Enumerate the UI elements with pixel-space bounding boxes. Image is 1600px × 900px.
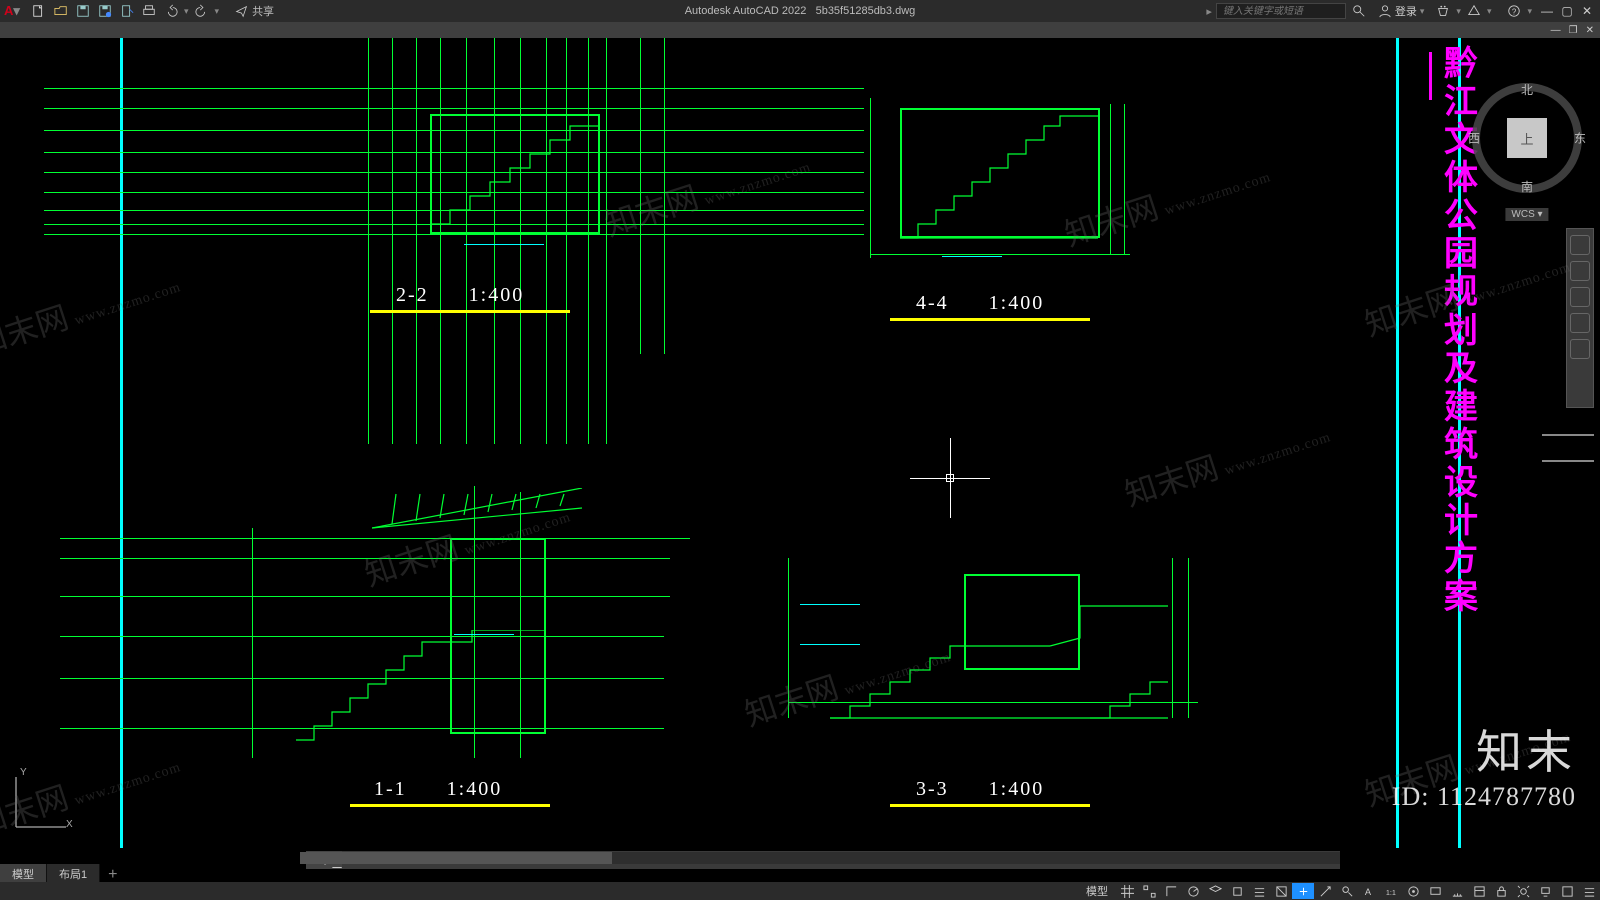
section-label-1-1: 1-11:400 xyxy=(374,778,502,801)
viewcube[interactable]: 上 北 南 东 西 WCS ▾ xyxy=(1472,83,1582,193)
appstore-dropdown-icon[interactable]: ▾ xyxy=(1456,6,1461,17)
drawing-canvas[interactable]: 2-21:400 4-41:400 xyxy=(0,38,1600,848)
qnew-icon[interactable] xyxy=(30,3,48,19)
section-underline xyxy=(370,310,570,313)
frame-line xyxy=(1396,38,1399,848)
section-label-3-3: 3-31:400 xyxy=(916,778,1044,801)
help-search-input[interactable] xyxy=(1216,3,1346,19)
section-underline xyxy=(890,804,1090,807)
customize-statusbar-icon[interactable] xyxy=(1578,883,1600,899)
svg-text:?: ? xyxy=(1512,8,1517,17)
annotation-visibility-icon[interactable] xyxy=(1336,883,1358,899)
annotation-scale-icon[interactable] xyxy=(1314,883,1336,899)
doc-window-controls: — ❐ ✕ xyxy=(0,22,1600,38)
a360-dropdown-icon[interactable]: ▾ xyxy=(1487,6,1492,17)
layout-tabs: 模型 布局1 + xyxy=(0,864,125,882)
saveas-icon[interactable] xyxy=(96,3,114,19)
lineweight-toggle-icon[interactable] xyxy=(1248,883,1270,899)
tab-layout1[interactable]: 布局1 xyxy=(47,864,100,882)
undo-icon[interactable] xyxy=(162,3,180,19)
transparency-toggle-icon[interactable] xyxy=(1270,883,1292,899)
svg-text:1:1: 1:1 xyxy=(1385,887,1395,896)
search-icon[interactable] xyxy=(1350,3,1368,19)
snap-toggle-icon[interactable] xyxy=(1138,883,1160,899)
doc-close-button[interactable]: ✕ xyxy=(1586,25,1594,36)
svg-text:A: A xyxy=(1364,887,1371,897)
cleanscreen-icon[interactable] xyxy=(1556,883,1578,899)
a360-icon[interactable] xyxy=(1465,3,1483,19)
search-indicator-icon: ▸ xyxy=(1206,5,1212,18)
share-label: 共享 xyxy=(252,3,274,19)
section-underline xyxy=(350,804,550,807)
plot-icon[interactable] xyxy=(140,3,158,19)
nav-pan-icon[interactable] xyxy=(1570,261,1590,281)
ortho-toggle-icon[interactable] xyxy=(1160,883,1182,899)
annoscale-label-icon[interactable]: 1:1 xyxy=(1380,883,1402,899)
quick-access-toolbar: ▾ ▾ xyxy=(24,3,225,19)
document-window: — ❐ ✕ xyxy=(0,22,1600,882)
watermark: 知末网www.znzmo.com xyxy=(0,256,185,366)
workspace-switch-icon[interactable] xyxy=(1402,883,1424,899)
nav-showmotion-icon[interactable] xyxy=(1570,339,1590,359)
source-brand: 知末 ID: 1124787780 xyxy=(1392,716,1576,812)
tab-model[interactable]: 模型 xyxy=(0,864,47,882)
units-icon[interactable] xyxy=(1446,883,1468,899)
app-titlebar: A▾ ▾ ▾ 共享 Autodesk AutoCAD 2022 5b35f512… xyxy=(0,0,1600,22)
osnap-toggle-icon[interactable] xyxy=(1226,883,1248,899)
viewport-control-minimize[interactable] xyxy=(1542,434,1594,462)
signin-label: 登录 xyxy=(1395,3,1417,19)
watermark: 知末网www.znzmo.com xyxy=(1118,406,1335,516)
status-bar: 模型 A 1:1 xyxy=(0,882,1600,900)
nav-orbit-icon[interactable] xyxy=(1570,313,1590,333)
lockui-icon[interactable] xyxy=(1490,883,1512,899)
frame-line xyxy=(120,38,123,848)
navigation-bar[interactable] xyxy=(1566,228,1594,408)
webmobile-icon[interactable] xyxy=(118,3,136,19)
signin-button[interactable]: 登录 ▾ xyxy=(1378,3,1425,19)
annotation-autoscale-icon[interactable]: A xyxy=(1358,883,1380,899)
doc-restore-button[interactable]: ❐ xyxy=(1569,25,1578,36)
share-button[interactable]: 共享 xyxy=(235,3,274,19)
section-underline xyxy=(890,318,1090,321)
close-button[interactable]: ✕ xyxy=(1580,4,1594,18)
open-icon[interactable] xyxy=(52,3,70,19)
redo-icon[interactable] xyxy=(193,3,211,19)
redo-dropdown-icon[interactable]: ▾ xyxy=(215,6,220,17)
viewcube-top-face[interactable]: 上 xyxy=(1507,118,1547,158)
tab-add-button[interactable]: + xyxy=(100,864,125,882)
viewcube-east-label[interactable]: 东 xyxy=(1574,130,1586,147)
help-icon[interactable]: ? xyxy=(1505,3,1523,19)
annotation-monitor-icon[interactable] xyxy=(1424,883,1446,899)
watermark: 知末网www.znzmo.com xyxy=(1358,706,1575,816)
viewcube-west-label[interactable]: 西 xyxy=(1468,130,1480,147)
layout-scrollbar[interactable] xyxy=(300,852,1340,864)
help-dropdown-icon[interactable]: ▾ xyxy=(1527,6,1532,17)
app-logo[interactable]: A▾ xyxy=(0,3,24,19)
nav-zoom-extents-icon[interactable] xyxy=(1570,287,1590,307)
selection-cycling-icon[interactable] xyxy=(1292,883,1314,899)
section-label-2-2: 2-21:400 xyxy=(396,284,524,307)
viewcube-wcs-menu[interactable]: WCS ▾ xyxy=(1505,208,1548,221)
signin-dropdown-icon[interactable]: ▾ xyxy=(1420,6,1425,17)
minimize-button[interactable]: — xyxy=(1540,4,1554,18)
viewcube-north-label[interactable]: 北 xyxy=(1521,81,1533,98)
maximize-button[interactable]: ▢ xyxy=(1560,4,1574,18)
viewcube-south-label[interactable]: 南 xyxy=(1521,178,1533,195)
grid-toggle-icon[interactable] xyxy=(1116,883,1138,899)
save-icon[interactable] xyxy=(74,3,92,19)
quickproperties-icon[interactable] xyxy=(1468,883,1490,899)
doc-minimize-button[interactable]: — xyxy=(1551,25,1561,36)
titleblock-accent xyxy=(1429,52,1432,100)
isodraft-toggle-icon[interactable] xyxy=(1204,883,1226,899)
modelspace-button[interactable]: 模型 xyxy=(1078,883,1116,899)
appstore-icon[interactable] xyxy=(1434,3,1452,19)
nav-fullnav-icon[interactable] xyxy=(1570,235,1590,255)
hwaccel-icon[interactable] xyxy=(1534,883,1556,899)
section-label-4-4: 4-41:400 xyxy=(916,292,1044,315)
isolate-icon[interactable] xyxy=(1512,883,1534,899)
ucs-icon[interactable]: Y X xyxy=(6,767,76,840)
undo-dropdown-icon[interactable]: ▾ xyxy=(184,6,189,17)
polar-toggle-icon[interactable] xyxy=(1182,883,1204,899)
